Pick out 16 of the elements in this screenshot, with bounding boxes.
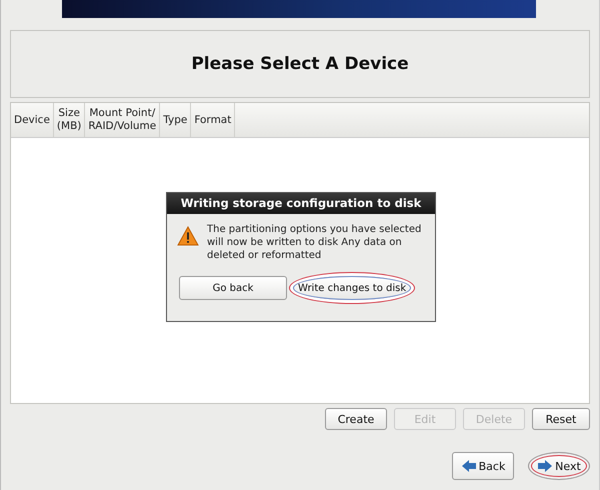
column-header[interactable]: Device <box>11 103 54 137</box>
warning-icon <box>177 226 199 246</box>
column-header[interactable]: Mount Point/ RAID/Volume <box>85 103 160 137</box>
nav-button[interactable]: Next <box>528 452 590 480</box>
column-header[interactable]: Format <box>191 103 236 137</box>
left-arrow-icon <box>460 459 477 473</box>
dialog-title: Writing storage configuration to disk <box>167 193 435 214</box>
action-button[interactable]: Create <box>325 408 387 430</box>
right-arrow-icon <box>537 459 554 473</box>
dialog-button[interactable]: Go back <box>179 276 287 300</box>
action-button[interactable]: Reset <box>532 408 590 430</box>
column-header[interactable]: Type <box>160 103 192 137</box>
column-header[interactable]: Size (MB) <box>54 103 86 137</box>
nav-button[interactable]: Back <box>452 452 514 480</box>
dialog-message: The partitioning options you have selected will now be written to disk Any data on deleted or reformatted <box>207 223 422 262</box>
page-title: Please Select A Device <box>191 54 409 74</box>
